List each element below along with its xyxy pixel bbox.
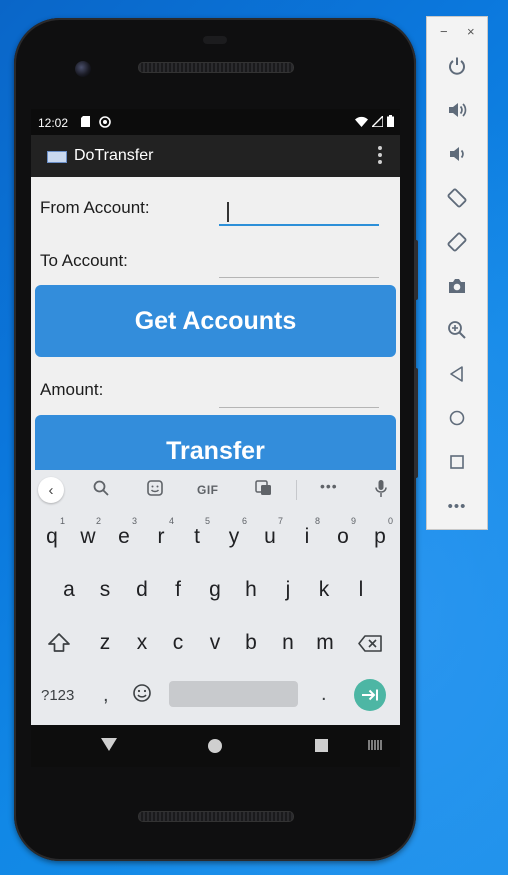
translate-icon[interactable]	[255, 480, 272, 500]
home-circle-icon[interactable]	[208, 739, 222, 753]
space-bar[interactable]	[169, 681, 298, 707]
chevron-left-icon[interactable]: ‹	[38, 477, 64, 503]
period-key[interactable]: .	[321, 683, 327, 706]
power-icon[interactable]	[444, 53, 470, 79]
key-b[interactable]: b	[242, 631, 260, 655]
microphone-icon[interactable]	[375, 480, 387, 501]
key-d[interactable]: d	[133, 578, 151, 602]
amount-input[interactable]	[219, 381, 379, 407]
text-cursor	[227, 202, 229, 222]
proximity-sensor	[203, 36, 227, 44]
comma-key[interactable]: ,	[103, 684, 109, 707]
shift-icon[interactable]	[48, 633, 70, 658]
key-e[interactable]: e3	[115, 516, 137, 549]
search-icon[interactable]	[93, 480, 109, 500]
sync-icon	[99, 116, 111, 131]
wifi-icon	[355, 116, 368, 127]
key-p[interactable]: p0	[371, 516, 393, 549]
front-camera	[75, 61, 91, 77]
key-k[interactable]: k	[315, 578, 333, 602]
home-icon[interactable]	[444, 405, 470, 431]
from-account-label: From Account:	[40, 198, 150, 217]
app-bar: DoTransfer	[31, 135, 400, 177]
to-account-input[interactable]	[219, 251, 379, 277]
status-bar: 12:02	[31, 109, 400, 135]
minimize-button[interactable]: −	[440, 24, 448, 39]
get-accounts-button[interactable]: Get Accounts	[35, 285, 396, 357]
toolbar-divider	[296, 480, 297, 500]
phone-volume-button	[414, 368, 418, 478]
key-n[interactable]: n	[279, 631, 297, 655]
key-l[interactable]: l	[352, 578, 370, 602]
key-y[interactable]: y6	[225, 516, 247, 549]
extended-controls-icon[interactable]: •••	[444, 493, 470, 519]
sticker-icon[interactable]	[147, 480, 163, 500]
to-account-field[interactable]	[219, 251, 379, 278]
navigation-bar	[31, 725, 400, 767]
key-q[interactable]: q1	[43, 516, 65, 549]
keyboard-toolbar: ‹ GIF •••	[31, 470, 400, 510]
key-x[interactable]: x	[133, 631, 151, 655]
emulator-toolbar: − × •••	[426, 16, 488, 530]
emoji-icon[interactable]	[132, 683, 152, 708]
key-w[interactable]: w2	[79, 516, 101, 549]
phone-power-button	[414, 240, 418, 300]
to-account-label: To Account:	[40, 251, 128, 270]
app-title: DoTransfer	[74, 147, 154, 164]
backspace-icon[interactable]	[358, 635, 382, 657]
bottom-speaker	[138, 811, 294, 822]
system-icons	[355, 115, 394, 127]
sd-card-icon	[81, 116, 90, 130]
key-v[interactable]: v	[206, 631, 224, 655]
next-arrow-icon	[362, 689, 378, 701]
recents-square-icon[interactable]	[315, 739, 328, 752]
back-icon[interactable]	[444, 361, 470, 387]
key-j[interactable]: j	[279, 578, 297, 602]
app-icon	[47, 151, 67, 163]
key-z[interactable]: z	[96, 631, 114, 655]
volume-up-icon[interactable]	[444, 97, 470, 123]
overview-icon[interactable]	[444, 449, 470, 475]
keyboard-switch-icon[interactable]	[368, 740, 382, 750]
gif-button[interactable]: GIF	[197, 483, 219, 497]
rotate-left-icon[interactable]	[444, 185, 470, 211]
key-f[interactable]: f	[169, 578, 187, 602]
amount-field[interactable]	[219, 381, 379, 408]
battery-icon	[387, 115, 394, 127]
key-u[interactable]: u7	[261, 516, 283, 549]
earpiece-speaker	[138, 62, 294, 73]
status-time: 12:02	[38, 116, 69, 130]
key-g[interactable]: g	[206, 578, 224, 602]
volume-down-icon[interactable]	[444, 141, 470, 167]
key-c[interactable]: c	[169, 631, 187, 655]
key-s[interactable]: s	[96, 578, 114, 602]
key-m[interactable]: m	[315, 631, 335, 655]
key-a[interactable]: a	[60, 578, 78, 602]
key-h[interactable]: h	[242, 578, 260, 602]
symbols-key[interactable]: ?123	[41, 687, 74, 704]
more-options-icon[interactable]: •••	[320, 478, 338, 494]
key-o[interactable]: o9	[334, 516, 356, 549]
signal-icon	[372, 115, 383, 127]
from-account-input[interactable]	[219, 198, 379, 224]
zoom-icon[interactable]	[444, 317, 470, 343]
camera-icon[interactable]	[444, 273, 470, 299]
overflow-menu-icon[interactable]	[376, 146, 384, 166]
close-button[interactable]: ×	[467, 24, 475, 39]
phone-screen: 12:02 DoTransfer From Account: To Accoun…	[31, 109, 400, 725]
rotate-right-icon[interactable]	[444, 229, 470, 255]
key-i[interactable]: i8	[298, 516, 320, 549]
from-account-field[interactable]	[219, 198, 379, 226]
key-r[interactable]: r4	[152, 516, 175, 549]
transfer-form: From Account: To Account: Get Accounts A…	[31, 177, 400, 487]
key-t[interactable]: t5	[188, 516, 210, 549]
back-triangle-icon[interactable]	[101, 738, 117, 751]
enter-key[interactable]	[354, 679, 386, 711]
soft-keyboard: ‹ GIF ••• q1 w2 e3 r4 t5 y6 u7 i8 o9 p 0…	[31, 470, 400, 725]
amount-label: Amount:	[40, 380, 104, 399]
